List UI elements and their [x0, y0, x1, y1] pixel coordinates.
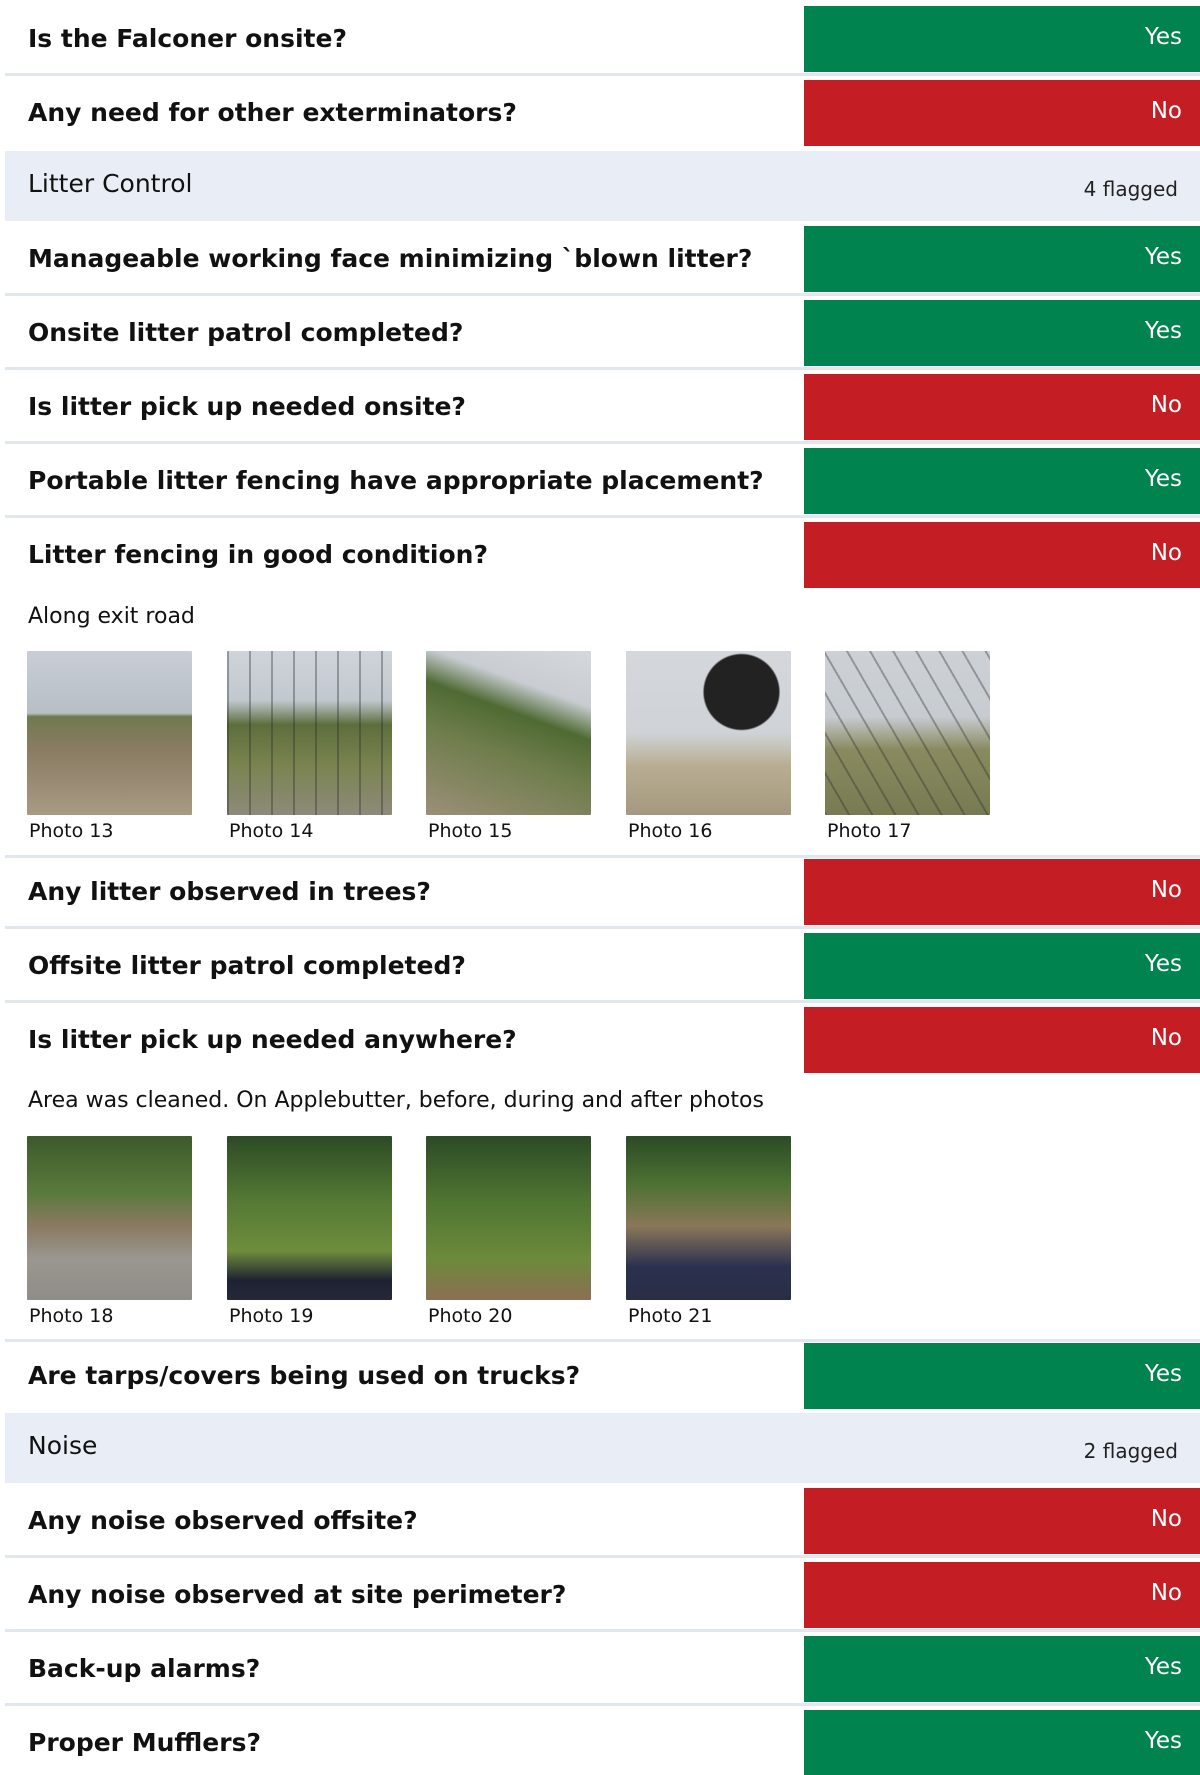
question-text: Manageable working face minimizing `blow…: [28, 244, 753, 273]
section-title: Litter Control: [28, 169, 193, 198]
answer-badge-yes[interactable]: Yes: [804, 226, 1200, 292]
photo-image[interactable]: [27, 651, 192, 815]
question-text: Portable litter fencing have appropriate…: [28, 466, 764, 495]
answer-badge-no[interactable]: No: [804, 1007, 1200, 1073]
row-divider: [5, 293, 1200, 296]
row-divider: [5, 1703, 1200, 1706]
question-text: Proper Mufflers?: [28, 1728, 261, 1757]
section-title: Noise: [28, 1431, 98, 1460]
answer-badge-yes[interactable]: Yes: [804, 933, 1200, 999]
photo-image[interactable]: [626, 651, 791, 815]
photo-image[interactable]: [227, 651, 392, 815]
question-text: Litter fencing in good condition?: [28, 540, 488, 569]
photo-image[interactable]: [825, 651, 990, 815]
question-text: Is the Falconer onsite?: [28, 24, 347, 53]
photo-thumbnail[interactable]: Photo 15: [426, 651, 591, 842]
photo-caption: Photo 19: [229, 1305, 314, 1327]
question-row: Portable litter fencing have appropriate…: [5, 448, 1200, 518]
question-text: Any noise observed offsite?: [28, 1506, 418, 1535]
row-divider: [5, 1000, 1200, 1003]
question-row: Onsite litter patrol completed? Yes: [5, 300, 1200, 370]
row-divider: [5, 855, 1200, 858]
answer-badge-yes[interactable]: Yes: [804, 448, 1200, 514]
row-divider: [5, 1629, 1200, 1632]
photo-caption: Photo 17: [827, 820, 912, 842]
question-text: Back-up alarms?: [28, 1654, 261, 1683]
answer-badge-yes[interactable]: Yes: [804, 1710, 1200, 1775]
photo-image[interactable]: [426, 651, 591, 815]
answer-badge-yes[interactable]: Yes: [804, 300, 1200, 366]
question-row: Back-up alarms? Yes: [5, 1636, 1200, 1706]
answer-badge-no[interactable]: No: [804, 522, 1200, 588]
question-text: Onsite litter patrol completed?: [28, 318, 464, 347]
question-text: Any noise observed at site perimeter?: [28, 1580, 567, 1609]
row-divider: [5, 926, 1200, 929]
photo-thumbnail[interactable]: Photo 14: [227, 651, 392, 842]
photo-caption: Photo 15: [428, 820, 513, 842]
question-row: Any need for other exterminators? No: [5, 80, 1200, 150]
photo-image[interactable]: [426, 1136, 591, 1300]
row-divider: [5, 1339, 1200, 1342]
question-text: Any need for other exterminators?: [28, 98, 517, 127]
question-row: Any litter observed in trees? No: [5, 859, 1200, 929]
question-row: Are tarps/covers being used on trucks? Y…: [5, 1343, 1200, 1413]
question-row: Proper Mufflers? Yes: [5, 1710, 1200, 1775]
question-row: Litter fencing in good condition? No: [5, 522, 1200, 592]
question-text: Is litter pick up needed anywhere?: [28, 1025, 517, 1054]
photo-image[interactable]: [27, 1136, 192, 1300]
photo-thumbnail[interactable]: Photo 18: [27, 1136, 192, 1327]
photo-caption: Photo 18: [29, 1305, 114, 1327]
flagged-count: 2 flagged: [1083, 1439, 1178, 1463]
question-row: Is the Falconer onsite? Yes: [5, 6, 1200, 76]
section-header[interactable]: Noise 2 flagged: [5, 1413, 1200, 1483]
question-row: Offsite litter patrol completed? Yes: [5, 933, 1200, 1003]
photo-thumbnail[interactable]: Photo 17: [825, 651, 990, 842]
photo-thumbnail[interactable]: Photo 20: [426, 1136, 591, 1327]
photo-caption: Photo 21: [628, 1305, 713, 1327]
answer-badge-no[interactable]: No: [804, 80, 1200, 146]
answer-badge-no[interactable]: No: [804, 1562, 1200, 1628]
question-row: Is litter pick up needed anywhere? No: [5, 1007, 1200, 1077]
answer-badge-yes[interactable]: Yes: [804, 1636, 1200, 1702]
row-divider: [5, 515, 1200, 518]
question-text: Offsite litter patrol completed?: [28, 951, 466, 980]
photo-caption: Photo 13: [29, 820, 114, 842]
photo-thumbnail[interactable]: Photo 21: [626, 1136, 791, 1327]
question-text: Are tarps/covers being used on trucks?: [28, 1361, 581, 1390]
photo-thumbnail[interactable]: Photo 13: [27, 651, 192, 842]
photo-thumbnail[interactable]: Photo 16: [626, 651, 791, 842]
photo-caption: Photo 20: [428, 1305, 513, 1327]
row-divider: [5, 367, 1200, 370]
question-row: Manageable working face minimizing `blow…: [5, 226, 1200, 296]
answer-badge-yes[interactable]: Yes: [804, 1343, 1200, 1409]
note-text: Area was cleaned. On Applebutter, before…: [28, 1088, 764, 1113]
row-divider: [5, 441, 1200, 444]
photo-thumbnail[interactable]: Photo 19: [227, 1136, 392, 1327]
question-text: Is litter pick up needed onsite?: [28, 392, 466, 421]
photo-caption: Photo 14: [229, 820, 314, 842]
photo-caption: Photo 16: [628, 820, 713, 842]
answer-badge-no[interactable]: No: [804, 374, 1200, 440]
question-row: Is litter pick up needed onsite? No: [5, 374, 1200, 444]
row-divider: [5, 73, 1200, 76]
photo-image[interactable]: [626, 1136, 791, 1300]
answer-badge-no[interactable]: No: [804, 859, 1200, 925]
question-row: Any noise observed offsite? No: [5, 1488, 1200, 1558]
answer-badge-no[interactable]: No: [804, 1488, 1200, 1554]
flagged-count: 4 flagged: [1083, 177, 1178, 201]
answer-badge-yes[interactable]: Yes: [804, 6, 1200, 72]
section-header[interactable]: Litter Control 4 flagged: [5, 151, 1200, 221]
question-text: Any litter observed in trees?: [28, 877, 431, 906]
photo-image[interactable]: [227, 1136, 392, 1300]
note-text: Along exit road: [28, 604, 195, 629]
row-divider: [5, 1555, 1200, 1558]
question-row: Any noise observed at site perimeter? No: [5, 1562, 1200, 1632]
